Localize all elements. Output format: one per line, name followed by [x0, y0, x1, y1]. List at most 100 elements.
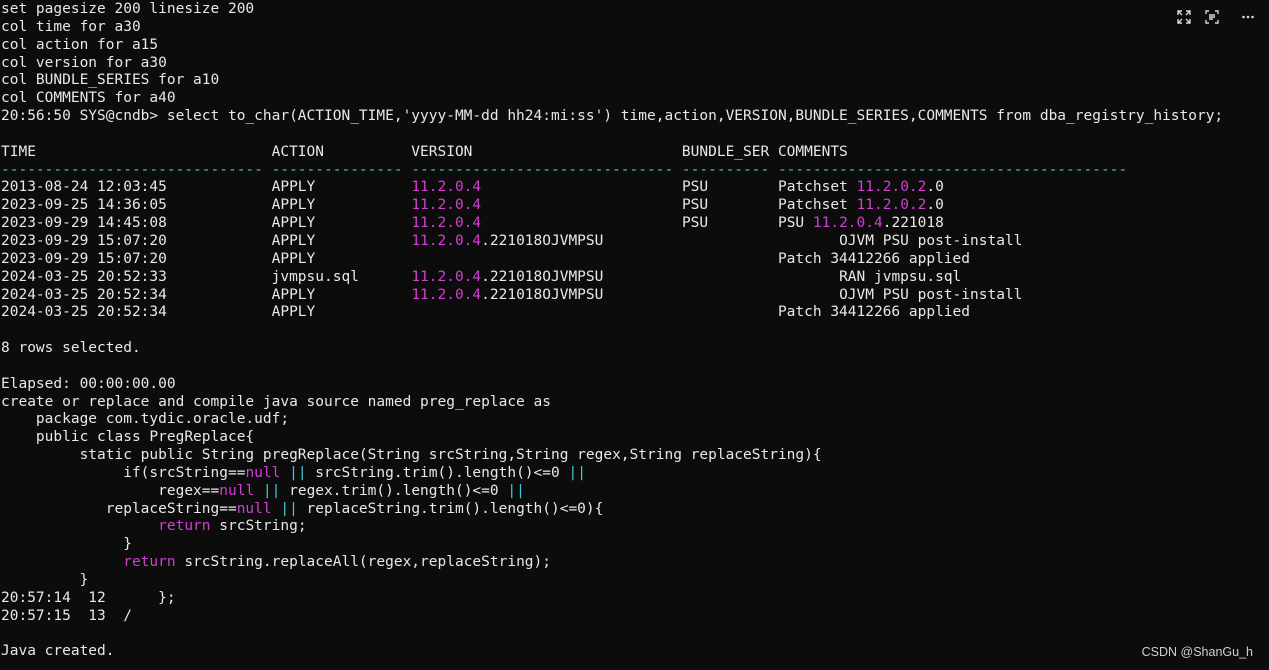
terminal-text: return [123, 554, 176, 571]
terminal-text: 2024-03-25 20:52:33 jvmpsu.sql [1, 268, 412, 285]
watermark: CSDN @ShanGu_h [1141, 645, 1253, 659]
terminal-text: srcString; [210, 518, 307, 535]
terminal-text: 11.2.0.4 [812, 215, 883, 232]
terminal-line: 20:56:50 SYS@cndb> select to_char(ACTION… [1, 108, 1269, 126]
terminal-line: 20:57:14 12 }; [1, 590, 1269, 608]
terminal-line: } [1, 572, 1269, 590]
terminal-line: } [1, 536, 1269, 554]
terminal-text: set pagesize 200 linesize 200 [1, 1, 255, 17]
terminal-text: 2023-09-29 14:45:08 APPLY [1, 215, 412, 232]
terminal-line: static public String pregReplace(String … [1, 447, 1269, 465]
terminal-text: 20:57:15 13 / [1, 607, 132, 624]
terminal-line: col action for a15 [1, 37, 1269, 55]
terminal-text: create or replace and compile java sourc… [1, 393, 551, 410]
terminal-text: if(srcString== [1, 464, 246, 481]
terminal-line: 2023-09-25 14:36:05 APPLY 11.2.0.4 PSU P… [1, 197, 1269, 215]
terminal-line: TIME ACTION VERSION BUNDLE_SER COMMENTS [1, 144, 1269, 162]
terminal-text: PSU PSU [481, 215, 813, 232]
terminal-text: col time for a30 [1, 18, 141, 35]
terminal-text: } [1, 536, 132, 553]
terminal-text: public class PregReplace{ [1, 429, 255, 446]
terminal-line: 2023-09-29 14:45:08 APPLY 11.2.0.4 PSU P… [1, 215, 1269, 233]
terminal-line: Java created. [1, 643, 1269, 661]
terminal-text: col COMMENTS for a40 [1, 90, 176, 107]
terminal-text: TIME ACTION VERSION BUNDLE_SER COMMENTS [1, 143, 848, 160]
terminal-text: .221018OJVMPSU OJVM PSU post-install [481, 286, 1023, 303]
terminal-text: regex== [1, 482, 220, 499]
terminal-text: package com.tydic.oracle.udf; [1, 411, 290, 428]
terminal-text: null [219, 482, 255, 499]
terminal-line: 8 rows selected. [1, 340, 1269, 358]
terminal-text: 11.2.0.4 [411, 268, 482, 285]
terminal-text: || [280, 500, 298, 517]
terminal-text: 8 rows selected. [1, 340, 141, 357]
terminal-text: null [245, 464, 281, 481]
terminal-text: 11.2.0.4 [411, 286, 482, 303]
terminal-text: srcString.trim().length()<=0 [306, 464, 569, 481]
terminal-line: replaceString==null || replaceString.tri… [1, 501, 1269, 519]
terminal-text: || [289, 464, 307, 481]
terminal-text: 2023-09-29 15:07:20 APPLY Patch 34412266… [1, 250, 971, 267]
expand-icon[interactable] [1173, 8, 1195, 26]
terminal-text: 2013-08-24 12:03:45 APPLY [1, 179, 412, 196]
terminal-line: create or replace and compile java sourc… [1, 394, 1269, 412]
terminal-line: col time for a30 [1, 19, 1269, 37]
terminal-text: .221018OJVMPSU OJVM PSU post-install [481, 232, 1023, 249]
terminal-text: 11.2.0.4 [411, 179, 482, 196]
terminal-output: set pagesize 200 linesize 200 col time fo… [1, 1, 1269, 661]
terminal-text: Elapsed: 00:00:00.00 [1, 375, 176, 392]
terminal-text: 20:57:14 12 }; [1, 589, 176, 606]
terminal-line: 20:57:15 13 / [1, 608, 1269, 626]
terminal-text: 2023-09-25 14:36:05 APPLY [1, 197, 412, 214]
terminal-line: return srcString; [1, 518, 1269, 536]
terminal-line: package com.tydic.oracle.udf; [1, 411, 1269, 429]
terminal-line: if(srcString==null || srcString.trim().l… [1, 465, 1269, 483]
terminal-text: 11.2.0.4 [411, 197, 482, 214]
terminal-text: 2024-03-25 20:52:34 APPLY [1, 286, 412, 303]
terminal-text: replaceString.trim().length()<=0){ [297, 500, 604, 517]
terminal-text: || [568, 464, 586, 481]
terminal-text: col version for a30 [1, 54, 167, 71]
terminal-text: .221018 [882, 215, 944, 232]
terminal-text: .0 [926, 179, 944, 196]
terminal-text: 2024-03-25 20:52:34 APPLY Patch 34412266… [1, 304, 971, 321]
terminal-line: 2024-03-25 20:52:33 jvmpsu.sql 11.2.0.4.… [1, 269, 1269, 287]
terminal-line: 2023-09-29 15:07:20 APPLY Patch 34412266… [1, 251, 1269, 269]
terminal-text: regex.trim().length()<=0 [280, 482, 508, 499]
terminal-line: regex==null || regex.trim().length()<=0 … [1, 483, 1269, 501]
terminal-text: 2023-09-29 15:07:20 APPLY [1, 232, 412, 249]
terminal-text: replaceString== [1, 500, 237, 517]
terminal-text: null [236, 500, 272, 517]
terminal-text: 11.2.0.4 [411, 232, 482, 249]
terminal-text: static public String pregReplace(String … [1, 447, 822, 464]
terminal-line: 2023-09-29 15:07:20 APPLY 11.2.0.4.22101… [1, 233, 1269, 251]
terminal-text: srcString.replaceAll(regex,replaceString… [175, 554, 551, 571]
terminal-text: 11.2.0.2 [856, 197, 927, 214]
terminal-text: Java created. [1, 643, 115, 660]
terminal-text: ------------------------------ ---------… [1, 161, 1128, 178]
terminal-text: PSU Patchset [481, 197, 857, 214]
terminal-line: col version for a30 [1, 55, 1269, 73]
more-options-icon[interactable] [1237, 8, 1259, 26]
terminal-text: .0 [926, 197, 944, 214]
terminal-text: } [1, 572, 89, 588]
terminal-line: ------------------------------ ---------… [1, 162, 1269, 180]
terminal-line: public class PregReplace{ [1, 429, 1269, 447]
terminal-line: 2024-03-25 20:52:34 APPLY 11.2.0.4.22101… [1, 287, 1269, 305]
terminal-line: return srcString.replaceAll(regex,replac… [1, 554, 1269, 572]
terminal-line: set pagesize 200 linesize 200 [1, 1, 1269, 19]
terminal-line: col COMMENTS for a40 [1, 90, 1269, 108]
terminal-text: .221018OJVMPSU RAN jvmpsu.sql [481, 268, 962, 285]
ocr-scan-icon[interactable] [1201, 8, 1223, 26]
terminal-text: PSU Patchset [481, 179, 857, 196]
terminal-text: 20:56:50 SYS@cndb> select to_char(ACTION… [1, 108, 1224, 125]
terminal-text: 11.2.0.2 [856, 179, 927, 196]
terminal-text: col BUNDLE_SERIES for a10 [1, 72, 220, 89]
terminal-line: Elapsed: 00:00:00.00 [1, 376, 1269, 394]
